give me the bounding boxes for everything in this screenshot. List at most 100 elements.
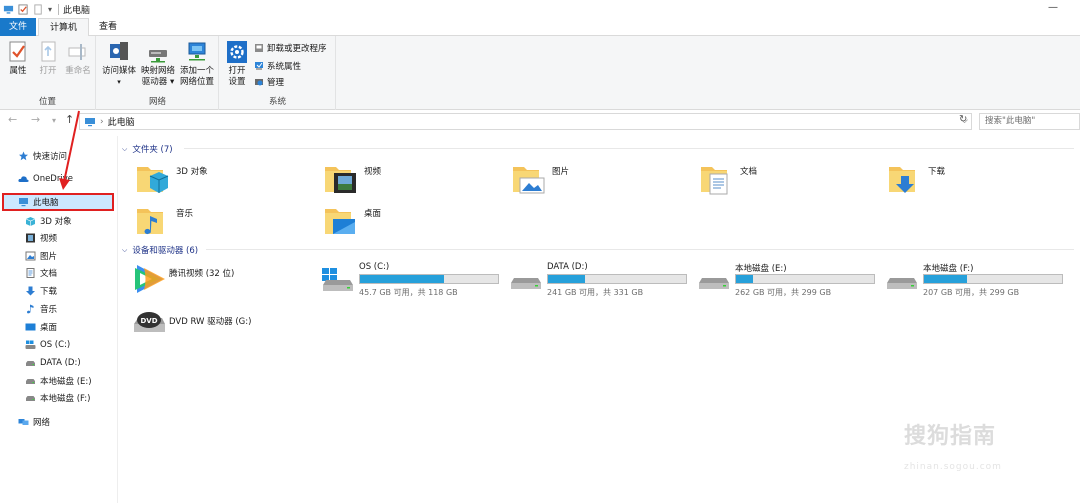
nav-item-music[interactable]: 音乐 [25, 301, 57, 317]
nav-item-network[interactable]: 网络 [18, 414, 50, 430]
os-drive-icon [322, 268, 353, 291]
documents-icon [26, 268, 35, 278]
folder-desktop[interactable]: 桌面 [324, 204, 504, 242]
nav-item-label: OneDrive [33, 174, 73, 184]
drive-e[interactable]: 本地磁盘 (E:) 262 GB 可用，共 299 GB [698, 262, 878, 302]
devices-group-label: 设备和驱动器 (6) [132, 246, 199, 256]
open-settings-button[interactable]: 打开 设置 [224, 40, 250, 88]
nav-item-label: 快速访问 [33, 152, 68, 162]
nav-item-drive-f[interactable]: 本地磁盘 (F:) [25, 390, 90, 406]
search-input[interactable]: 搜索"此电脑" [979, 113, 1080, 130]
open-label: 打开 [39, 66, 57, 76]
folder-music[interactable]: 音乐 [136, 204, 316, 242]
nav-item-documents[interactable]: 文档 [25, 265, 57, 281]
chevron-down-icon: ⌵ [122, 245, 128, 254]
rename-icon [68, 44, 86, 60]
music-folder-icon [137, 209, 163, 235]
add-network-location-label: 添加一个 [179, 66, 214, 76]
nav-item-3d-objects[interactable]: 3D 对象 [25, 213, 72, 229]
properties-icon[interactable] [18, 3, 29, 15]
folder-downloads[interactable]: 下载 [888, 162, 1068, 200]
svg-text:DVD: DVD [140, 317, 157, 325]
nav-item-this-pc[interactable]: 此电脑 [2, 193, 114, 211]
tencent-video-icon [135, 265, 165, 293]
folder-label: 音乐 [176, 209, 194, 219]
downloads-folder-icon [889, 167, 915, 193]
ribbon-group-system-label: 系统 [268, 97, 286, 107]
minimize-button[interactable]: — [1048, 2, 1058, 13]
drive-icon [511, 278, 541, 289]
folder-label: 视频 [364, 167, 382, 177]
nav-item-onedrive[interactable]: OneDrive [18, 171, 73, 187]
add-network-location-button[interactable]: 添加一个 网络位置 [177, 40, 217, 88]
nav-item-drive-d[interactable]: DATA (D:) [25, 355, 81, 371]
uninstall-program-button[interactable]: 卸载或更改程序 [254, 42, 327, 54]
map-network-drive-button[interactable]: 映射网络 驱动器 ▾ [139, 40, 177, 88]
nav-item-label: 本地磁盘 (F:) [40, 394, 91, 404]
properties-label: 属性 [9, 66, 27, 76]
back-button[interactable]: ← [8, 113, 17, 126]
tencent-video-app[interactable]: 腾讯视频 (32 位) [132, 262, 312, 302]
nav-item-drive-e[interactable]: 本地磁盘 (E:) [25, 373, 92, 389]
drive-usage-fill [360, 275, 445, 283]
refresh-button[interactable]: ↻ [959, 114, 967, 125]
documents-folder-icon [701, 167, 728, 195]
customize-toolbar-chevron-icon[interactable]: ▾ [48, 5, 52, 14]
nav-item-videos[interactable]: 视频 [25, 230, 57, 246]
add-network-location-label2: 网络位置 [179, 77, 214, 87]
tab-view[interactable]: 查看 [96, 18, 120, 36]
up-button[interactable]: ↑ [65, 113, 74, 126]
manage-button[interactable]: 管理 [254, 76, 284, 88]
nav-item-drive-c[interactable]: OS (C:) [25, 337, 70, 353]
breadcrumb-this-pc[interactable]: 此电脑 [108, 115, 135, 128]
nav-item-label: DATA (D:) [40, 358, 81, 368]
recent-locations-chevron-icon[interactable]: ▾ [52, 116, 56, 125]
title-bar: ▾ 此电脑 — [0, 0, 1080, 18]
3d-objects-icon [25, 217, 36, 226]
drive-usage-fill [548, 275, 586, 283]
breadcrumb-separator-icon: › [100, 116, 104, 127]
new-folder-icon[interactable] [33, 3, 44, 15]
nav-item-downloads[interactable]: 下载 [25, 283, 57, 299]
nav-item-label: 3D 对象 [40, 217, 72, 227]
drive-d[interactable]: DATA (D:) 241 GB 可用，共 331 GB [510, 262, 690, 302]
address-bar[interactable]: › 此电脑 ⌵ [79, 113, 972, 130]
forward-button[interactable]: → [31, 113, 40, 126]
access-media-button[interactable]: 访问媒体 ▾ [99, 40, 139, 88]
nav-item-pictures[interactable]: 图片 [25, 248, 57, 264]
open-button[interactable]: 打开 [34, 40, 62, 77]
drive-label: DATA (D:) [547, 262, 588, 272]
nav-item-desktop[interactable]: 桌面 [25, 319, 57, 335]
drive-c[interactable]: OS (C:) 45.7 GB 可用，共 118 GB [322, 262, 502, 302]
properties-button[interactable]: 属性 [4, 40, 32, 77]
pc-icon [3, 5, 14, 14]
rename-button[interactable]: 重命名 [63, 40, 93, 77]
folder-label: 下载 [928, 167, 946, 177]
tencent-video-label: 腾讯视频 (32 位) [169, 269, 235, 279]
drive-f[interactable]: 本地磁盘 (F:) 207 GB 可用，共 299 GB [886, 262, 1066, 302]
open-icon [41, 41, 56, 62]
dvd-drive-g[interactable]: DVD DVD RW 驱动器 (G:) [132, 306, 312, 346]
devices-group-header[interactable]: ⌵ 设备和驱动器 (6) [122, 244, 199, 257]
drive-usage-bar [923, 274, 1063, 284]
star-icon [19, 151, 28, 161]
pc-icon [85, 117, 95, 126]
nav-item-label: 图片 [40, 252, 58, 262]
folder-videos[interactable]: 视频 [324, 162, 504, 200]
folder-label: 文档 [740, 167, 758, 177]
nav-item-label: 音乐 [40, 305, 58, 315]
map-network-drive-label2: 驱动器 ▾ [141, 77, 175, 87]
folders-group-header[interactable]: ⌵ 文件夹 (7) [122, 143, 173, 156]
media-icon [110, 42, 128, 60]
drive-icon [26, 361, 35, 366]
drive-label: 本地磁盘 (F:) [923, 264, 974, 274]
system-properties-button[interactable]: 系统属性 [254, 60, 301, 72]
folder-3d-objects[interactable]: 3D 对象 [136, 162, 316, 200]
ribbon-group-network: 访问媒体 ▾ 映射网络 驱动器 ▾ 添加一个 网络位置 网络 [97, 36, 219, 110]
folder-pictures[interactable]: 图片 [512, 162, 692, 200]
nav-item-quick-access[interactable]: 快速访问 [18, 148, 67, 164]
tab-file[interactable]: 文件 [0, 18, 36, 36]
drive-free-space: 45.7 GB 可用，共 118 GB [359, 288, 458, 297]
folder-documents[interactable]: 文档 [700, 162, 880, 200]
tab-computer[interactable]: 计算机 [38, 18, 89, 37]
